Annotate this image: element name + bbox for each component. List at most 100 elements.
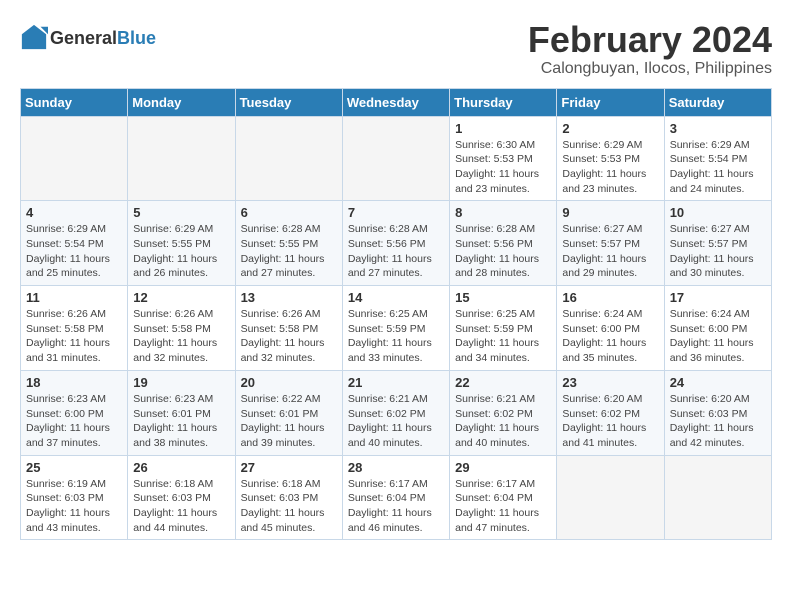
day-number: 4 [26, 205, 122, 220]
day-info: Sunrise: 6:26 AMSunset: 5:58 PMDaylight:… [241, 307, 337, 366]
weekday-header-friday: Friday [557, 88, 664, 116]
day-info: Sunrise: 6:17 AMSunset: 6:04 PMDaylight:… [348, 477, 444, 536]
day-number: 15 [455, 290, 551, 305]
day-number: 28 [348, 460, 444, 475]
day-number: 9 [562, 205, 658, 220]
day-info: Sunrise: 6:29 AMSunset: 5:54 PMDaylight:… [670, 138, 766, 197]
calendar-cell: 14 Sunrise: 6:25 AMSunset: 5:59 PMDayligh… [342, 286, 449, 371]
day-number: 25 [26, 460, 122, 475]
day-info: Sunrise: 6:27 AMSunset: 5:57 PMDaylight:… [562, 222, 658, 281]
week-row-2: 4 Sunrise: 6:29 AMSunset: 5:54 PMDaylight… [21, 201, 772, 286]
logo-icon [20, 23, 48, 51]
day-info: Sunrise: 6:21 AMSunset: 6:02 PMDaylight:… [455, 392, 551, 451]
calendar-cell: 6 Sunrise: 6:28 AMSunset: 5:55 PMDaylight… [235, 201, 342, 286]
day-number: 20 [241, 375, 337, 390]
day-info: Sunrise: 6:30 AMSunset: 5:53 PMDaylight:… [455, 138, 551, 197]
calendar-cell: 17 Sunrise: 6:24 AMSunset: 6:00 PMDayligh… [664, 286, 771, 371]
weekday-header-thursday: Thursday [450, 88, 557, 116]
calendar-cell: 26Sunrise: 6:18 AMSunset: 6:03 PMDayligh… [128, 455, 235, 540]
day-number: 22 [455, 375, 551, 390]
day-number: 21 [348, 375, 444, 390]
week-row-4: 18 Sunrise: 6:23 AMSunset: 6:00 PMDayligh… [21, 370, 772, 455]
day-number: 23 [562, 375, 658, 390]
day-info: Sunrise: 6:20 AMSunset: 6:03 PMDaylight:… [670, 392, 766, 451]
day-info: Sunrise: 6:29 AMSunset: 5:54 PMDaylight:… [26, 222, 122, 281]
day-number: 12 [133, 290, 229, 305]
logo-blue: Blue [117, 28, 156, 48]
day-number: 13 [241, 290, 337, 305]
calendar-cell: 12 Sunrise: 6:26 AMSunset: 5:58 PMDayligh… [128, 286, 235, 371]
calendar-cell: 21 Sunrise: 6:21 AMSunset: 6:02 PMDayligh… [342, 370, 449, 455]
calendar-cell: 13 Sunrise: 6:26 AMSunset: 5:58 PMDayligh… [235, 286, 342, 371]
calendar-cell: 24Sunrise: 6:20 AMSunset: 6:03 PMDayligh… [664, 370, 771, 455]
calendar-cell: 11 Sunrise: 6:26 AMSunset: 5:58 PMDayligh… [21, 286, 128, 371]
calendar-cell: 28 Sunrise: 6:17 AMSunset: 6:04 PMDayligh… [342, 455, 449, 540]
calendar-cell: 16 Sunrise: 6:24 AMSunset: 6:00 PMDayligh… [557, 286, 664, 371]
logo: GeneralBlue [20, 25, 156, 53]
calendar-cell: 9 Sunrise: 6:27 AMSunset: 5:57 PMDaylight… [557, 201, 664, 286]
day-number: 7 [348, 205, 444, 220]
day-info: Sunrise: 6:22 AMSunset: 6:01 PMDaylight:… [241, 392, 337, 451]
week-row-3: 11 Sunrise: 6:26 AMSunset: 5:58 PMDayligh… [21, 286, 772, 371]
calendar-cell: 19 Sunrise: 6:23 AMSunset: 6:01 PMDayligh… [128, 370, 235, 455]
day-info: Sunrise: 6:24 AMSunset: 6:00 PMDaylight:… [670, 307, 766, 366]
calendar-title: February 2024 [528, 20, 772, 60]
day-info: Sunrise: 6:19 AMSunset: 6:03 PMDaylight:… [26, 477, 122, 536]
day-number: 27 [241, 460, 337, 475]
day-number: 29 [455, 460, 551, 475]
day-number: 5 [133, 205, 229, 220]
day-number: 11 [26, 290, 122, 305]
calendar-cell: 10 Sunrise: 6:27 AMSunset: 5:57 PMDayligh… [664, 201, 771, 286]
day-info: Sunrise: 6:26 AMSunset: 5:58 PMDaylight:… [26, 307, 122, 366]
day-number: 17 [670, 290, 766, 305]
day-number: 1 [455, 121, 551, 136]
calendar-cell: 1 Sunrise: 6:30 AMSunset: 5:53 PMDaylight… [450, 116, 557, 201]
calendar-cell [557, 455, 664, 540]
calendar-cell: 22 Sunrise: 6:21 AMSunset: 6:02 PMDayligh… [450, 370, 557, 455]
day-info: Sunrise: 6:25 AMSunset: 5:59 PMDaylight:… [348, 307, 444, 366]
day-number: 18 [26, 375, 122, 390]
day-info: Sunrise: 6:29 AMSunset: 5:53 PMDaylight:… [562, 138, 658, 197]
calendar-cell: 23 Sunrise: 6:20 AMSunset: 6:02 PMDayligh… [557, 370, 664, 455]
calendar-cell: 25 Sunrise: 6:19 AMSunset: 6:03 PMDayligh… [21, 455, 128, 540]
day-number: 2 [562, 121, 658, 136]
day-info: Sunrise: 6:27 AMSunset: 5:57 PMDaylight:… [670, 222, 766, 281]
weekday-header-sunday: Sunday [21, 88, 128, 116]
weekday-header-tuesday: Tuesday [235, 88, 342, 116]
day-number: 16 [562, 290, 658, 305]
day-info: Sunrise: 6:26 AMSunset: 5:58 PMDaylight:… [133, 307, 229, 366]
calendar-cell: 5Sunrise: 6:29 AMSunset: 5:55 PMDaylight… [128, 201, 235, 286]
day-number: 26 [133, 460, 229, 475]
calendar-cell [128, 116, 235, 201]
weekday-header-saturday: Saturday [664, 88, 771, 116]
day-number: 19 [133, 375, 229, 390]
day-info: Sunrise: 6:23 AMSunset: 6:00 PMDaylight:… [26, 392, 122, 451]
title-block: February 2024 Calongbuyan, Ilocos, Phili… [528, 20, 772, 78]
calendar-table: SundayMondayTuesdayWednesdayThursdayFrid… [20, 88, 772, 541]
week-row-5: 25 Sunrise: 6:19 AMSunset: 6:03 PMDayligh… [21, 455, 772, 540]
calendar-cell [664, 455, 771, 540]
day-info: Sunrise: 6:17 AMSunset: 6:04 PMDaylight:… [455, 477, 551, 536]
day-number: 8 [455, 205, 551, 220]
day-info: Sunrise: 6:28 AMSunset: 5:55 PMDaylight:… [241, 222, 337, 281]
day-info: Sunrise: 6:18 AMSunset: 6:03 PMDaylight:… [241, 477, 337, 536]
day-info: Sunrise: 6:23 AMSunset: 6:01 PMDaylight:… [133, 392, 229, 451]
day-number: 6 [241, 205, 337, 220]
calendar-cell: 8Sunrise: 6:28 AMSunset: 5:56 PMDaylight… [450, 201, 557, 286]
calendar-cell: 4 Sunrise: 6:29 AMSunset: 5:54 PMDaylight… [21, 201, 128, 286]
weekday-header-monday: Monday [128, 88, 235, 116]
day-number: 3 [670, 121, 766, 136]
weekday-header-row: SundayMondayTuesdayWednesdayThursdayFrid… [21, 88, 772, 116]
calendar-cell: 18 Sunrise: 6:23 AMSunset: 6:00 PMDayligh… [21, 370, 128, 455]
day-info: Sunrise: 6:20 AMSunset: 6:02 PMDaylight:… [562, 392, 658, 451]
day-info: Sunrise: 6:24 AMSunset: 6:00 PMDaylight:… [562, 307, 658, 366]
calendar-cell: 15Sunrise: 6:25 AMSunset: 5:59 PMDayligh… [450, 286, 557, 371]
calendar-cell: 20 Sunrise: 6:22 AMSunset: 6:01 PMDayligh… [235, 370, 342, 455]
calendar-cell [342, 116, 449, 201]
day-number: 14 [348, 290, 444, 305]
day-info: Sunrise: 6:21 AMSunset: 6:02 PMDaylight:… [348, 392, 444, 451]
day-number: 10 [670, 205, 766, 220]
calendar-subtitle: Calongbuyan, Ilocos, Philippines [528, 60, 772, 78]
calendar-cell: 3 Sunrise: 6:29 AMSunset: 5:54 PMDaylight… [664, 116, 771, 201]
logo-general: General [50, 28, 117, 48]
